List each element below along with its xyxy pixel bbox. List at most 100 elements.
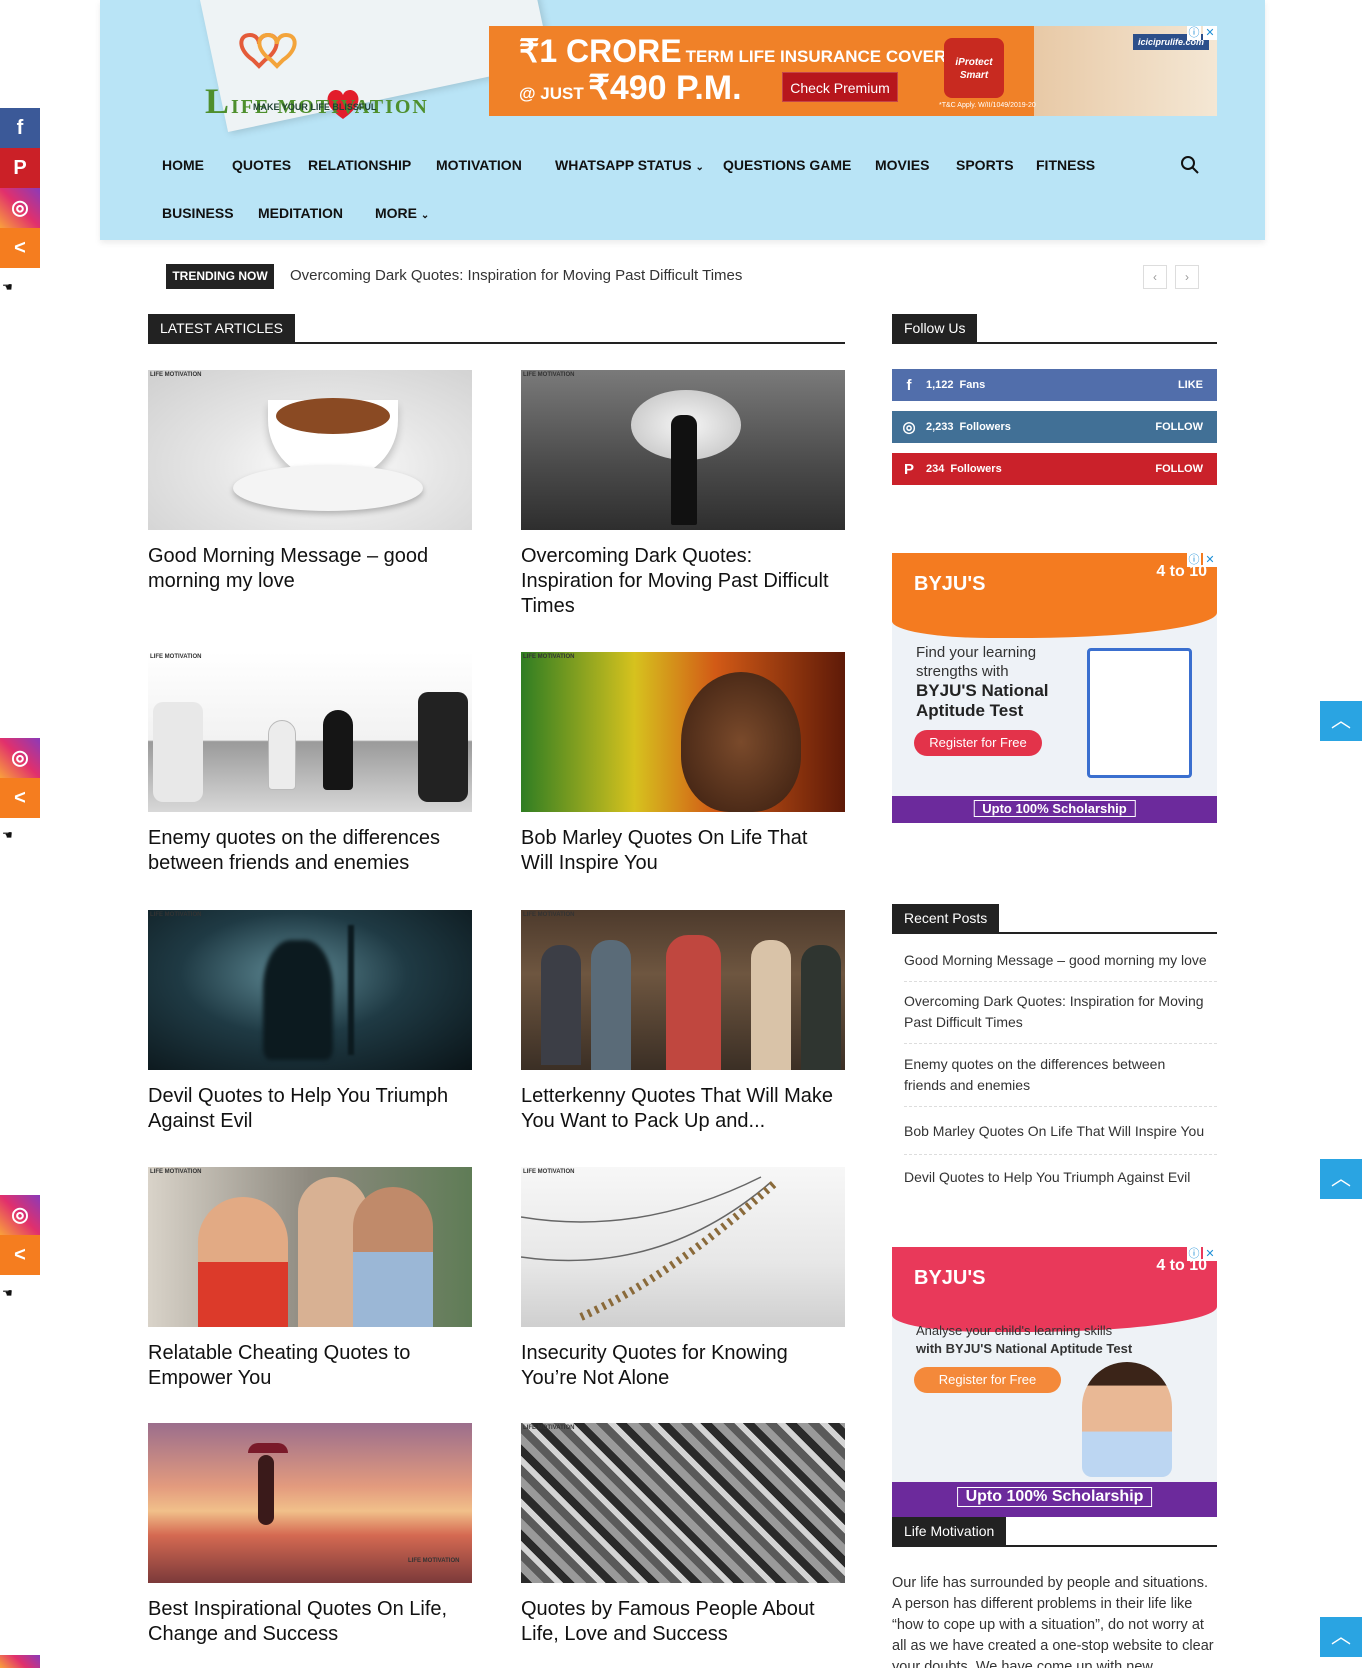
- nav-relationship[interactable]: RELATIONSHIP: [308, 157, 436, 177]
- share-instagram-button[interactable]: ◎: [0, 738, 40, 778]
- insurance-banner-ad[interactable]: ₹1 CRORE TERM LIFE INSURANCE COVER @ JUST…: [489, 26, 1217, 116]
- article-image[interactable]: LIFE MOTIVATION: [521, 1167, 845, 1327]
- article-card[interactable]: LIFE MOTIVATION Devil Quotes to Help You…: [148, 910, 472, 1134]
- trending-prev-button[interactable]: ‹: [1143, 265, 1167, 289]
- divider: [904, 981, 1217, 982]
- article-card[interactable]: LIFE MOTIVATION Good Morning Message – g…: [148, 370, 472, 594]
- article-title[interactable]: Devil Quotes to Help You Triumph Against…: [148, 1084, 472, 1134]
- article-image[interactable]: LIFE MOTIVATION: [148, 652, 472, 812]
- article-image[interactable]: LIFE MOTIVATION: [521, 1423, 845, 1583]
- back-to-top-button[interactable]: ︿: [1320, 701, 1362, 741]
- share-instagram-button[interactable]: ◎: [0, 188, 40, 228]
- facebook-icon: f: [16, 117, 24, 139]
- hide-share-icon[interactable]: ☚: [2, 280, 13, 294]
- nav-more[interactable]: MORE ⌄: [375, 205, 455, 225]
- article-card[interactable]: LIFE MOTIVATION Enemy quotes on the diff…: [148, 652, 472, 876]
- recent-post-link[interactable]: Overcoming Dark Quotes: Inspiration for …: [904, 991, 1209, 1033]
- recent-post-link[interactable]: Good Morning Message – good morning my l…: [904, 950, 1209, 971]
- nav-quotes[interactable]: QUOTES: [232, 157, 308, 177]
- ad-info-icon[interactable]: ⓘ: [1187, 1247, 1201, 1261]
- chevron-up-icon: ︿: [1331, 710, 1351, 732]
- pinterest-icon: P: [13, 157, 27, 179]
- hide-share-icon[interactable]: ☚: [2, 1286, 13, 1300]
- article-title[interactable]: Relatable Cheating Quotes to Empower You: [148, 1341, 472, 1391]
- register-free-button[interactable]: Register for Free: [914, 730, 1042, 756]
- share-instagram-button[interactable]: [0, 1655, 40, 1668]
- recent-post-link[interactable]: Bob Marley Quotes On Life That Will Insp…: [904, 1121, 1209, 1142]
- pinterest-follow-button[interactable]: FOLLOW: [1155, 463, 1203, 475]
- recent-post-link[interactable]: Enemy quotes on the differences between …: [904, 1054, 1209, 1096]
- facebook-count: 1,122: [926, 379, 954, 391]
- ad-info-icon[interactable]: ⓘ: [1187, 553, 1201, 567]
- byjus-ad-2[interactable]: BYJU'S 4 to 10 Analyse your child's lear…: [892, 1247, 1217, 1517]
- share-more-button[interactable]: <: [0, 778, 40, 818]
- register-free-button[interactable]: Register for Free: [914, 1367, 1061, 1393]
- article-image[interactable]: LIFE MOTIVATION: [521, 652, 845, 812]
- article-title[interactable]: Overcoming Dark Quotes: Inspiration for …: [521, 544, 845, 619]
- instagram-counter[interactable]: ◎ 2,233 Followers FOLLOW: [892, 411, 1217, 443]
- article-image[interactable]: LIFE MOTIVATION: [521, 370, 845, 530]
- nav-motivation[interactable]: MOTIVATION: [436, 157, 555, 177]
- ad-info-icon[interactable]: ⓘ: [1187, 26, 1201, 40]
- article-title[interactable]: Good Morning Message – good morning my l…: [148, 544, 472, 594]
- ad-disclaimer: *T&C Apply. W/II/1049/2019-20: [939, 102, 1036, 109]
- share-facebook-button[interactable]: f: [0, 108, 40, 148]
- article-card[interactable]: LIFE MOTIVATION Relatable Cheating Quote…: [148, 1167, 472, 1391]
- instagram-icon: ◎: [902, 419, 916, 436]
- nav-whatsapp-status[interactable]: WHATSAPP STATUS ⌄: [555, 157, 704, 177]
- latest-articles-header: LATEST ARTICLES: [148, 314, 845, 344]
- byjus-ad-1[interactable]: BYJU'S 4 to 10 Find your learning streng…: [892, 553, 1217, 823]
- facebook-counter[interactable]: f 1,122 Fans LIKE: [892, 369, 1217, 401]
- article-card[interactable]: LIFE MOTIVATION Best Inspirational Quote…: [148, 1423, 472, 1647]
- main-nav-row-2: BUSINESS MEDITATION MORE ⌄: [162, 205, 455, 225]
- article-image[interactable]: LIFE MOTIVATION: [148, 1423, 472, 1583]
- ad-close-icon[interactable]: ✕: [1203, 553, 1217, 567]
- back-to-top-button[interactable]: ︿: [1320, 1617, 1362, 1657]
- article-watermark: LIFE MOTIVATION: [150, 1169, 202, 1175]
- share-instagram-button[interactable]: ◎: [0, 1195, 40, 1235]
- share-more-button[interactable]: <: [0, 228, 40, 268]
- ad-close-icon[interactable]: ✕: [1203, 1247, 1217, 1261]
- instagram-count: 2,233: [926, 421, 954, 433]
- nav-home[interactable]: HOME: [162, 157, 232, 177]
- article-card[interactable]: LIFE MOTIVATION Bob Marley Quotes On Lif…: [521, 652, 845, 876]
- article-image[interactable]: LIFE MOTIVATION: [148, 1167, 472, 1327]
- check-premium-button[interactable]: Check Premium: [782, 72, 898, 102]
- share-more-button[interactable]: <: [0, 1235, 40, 1275]
- child-photo: [1082, 1362, 1172, 1477]
- pinterest-unit: Followers: [950, 463, 1002, 475]
- article-image[interactable]: LIFE MOTIVATION: [148, 910, 472, 1070]
- article-image[interactable]: LIFE MOTIVATION: [521, 910, 845, 1070]
- facebook-like-button[interactable]: LIKE: [1178, 379, 1203, 391]
- article-title[interactable]: Enemy quotes on the differences between …: [148, 826, 472, 876]
- nav-fitness[interactable]: FITNESS: [1036, 157, 1116, 177]
- site-logo[interactable]: LIFE MOTIVATION MAKE YOUR LIFE BLISSFUL: [205, 25, 440, 125]
- pinterest-counter[interactable]: P 234 Followers FOLLOW: [892, 453, 1217, 485]
- instagram-icon: ◎: [11, 747, 29, 769]
- article-card[interactable]: LIFE MOTIVATION Overcoming Dark Quotes: …: [521, 370, 845, 619]
- article-card[interactable]: LIFE MOTIVATION Letterkenny Quotes That …: [521, 910, 845, 1134]
- instagram-follow-button[interactable]: FOLLOW: [1155, 421, 1203, 433]
- nav-business[interactable]: BUSINESS: [162, 205, 258, 225]
- nav-movies[interactable]: MOVIES: [875, 157, 956, 177]
- article-title[interactable]: Insecurity Quotes for Knowing You’re Not…: [521, 1341, 845, 1391]
- chevron-up-icon: ︿: [1331, 1168, 1351, 1190]
- article-title[interactable]: Best Inspirational Quotes On Life, Chang…: [148, 1597, 472, 1647]
- article-title[interactable]: Bob Marley Quotes On Life That Will Insp…: [521, 826, 845, 876]
- article-card[interactable]: LIFE MOTIVATION Quotes by Famous People …: [521, 1423, 845, 1647]
- article-title[interactable]: Letterkenny Quotes That Will Make You Wa…: [521, 1084, 845, 1134]
- nav-questions-game[interactable]: QUESTIONS GAME: [723, 157, 875, 177]
- search-icon[interactable]: [1180, 155, 1200, 175]
- article-image[interactable]: LIFE MOTIVATION: [148, 370, 472, 530]
- ad-close-icon[interactable]: ✕: [1203, 26, 1217, 40]
- trending-next-button[interactable]: ›: [1175, 265, 1199, 289]
- nav-sports[interactable]: SPORTS: [956, 157, 1036, 177]
- recent-post-link[interactable]: Devil Quotes to Help You Triumph Against…: [904, 1167, 1209, 1188]
- share-pinterest-button[interactable]: P: [0, 148, 40, 188]
- article-card[interactable]: LIFE MOTIVATION Insecurity Quotes for Kn…: [521, 1167, 845, 1391]
- trending-link[interactable]: Overcoming Dark Quotes: Inspiration for …: [290, 267, 742, 284]
- article-title[interactable]: Quotes by Famous People About Life, Love…: [521, 1597, 845, 1647]
- back-to-top-button[interactable]: ︿: [1320, 1159, 1362, 1199]
- nav-meditation[interactable]: MEDITATION: [258, 205, 375, 225]
- hide-share-icon[interactable]: ☚: [2, 828, 13, 842]
